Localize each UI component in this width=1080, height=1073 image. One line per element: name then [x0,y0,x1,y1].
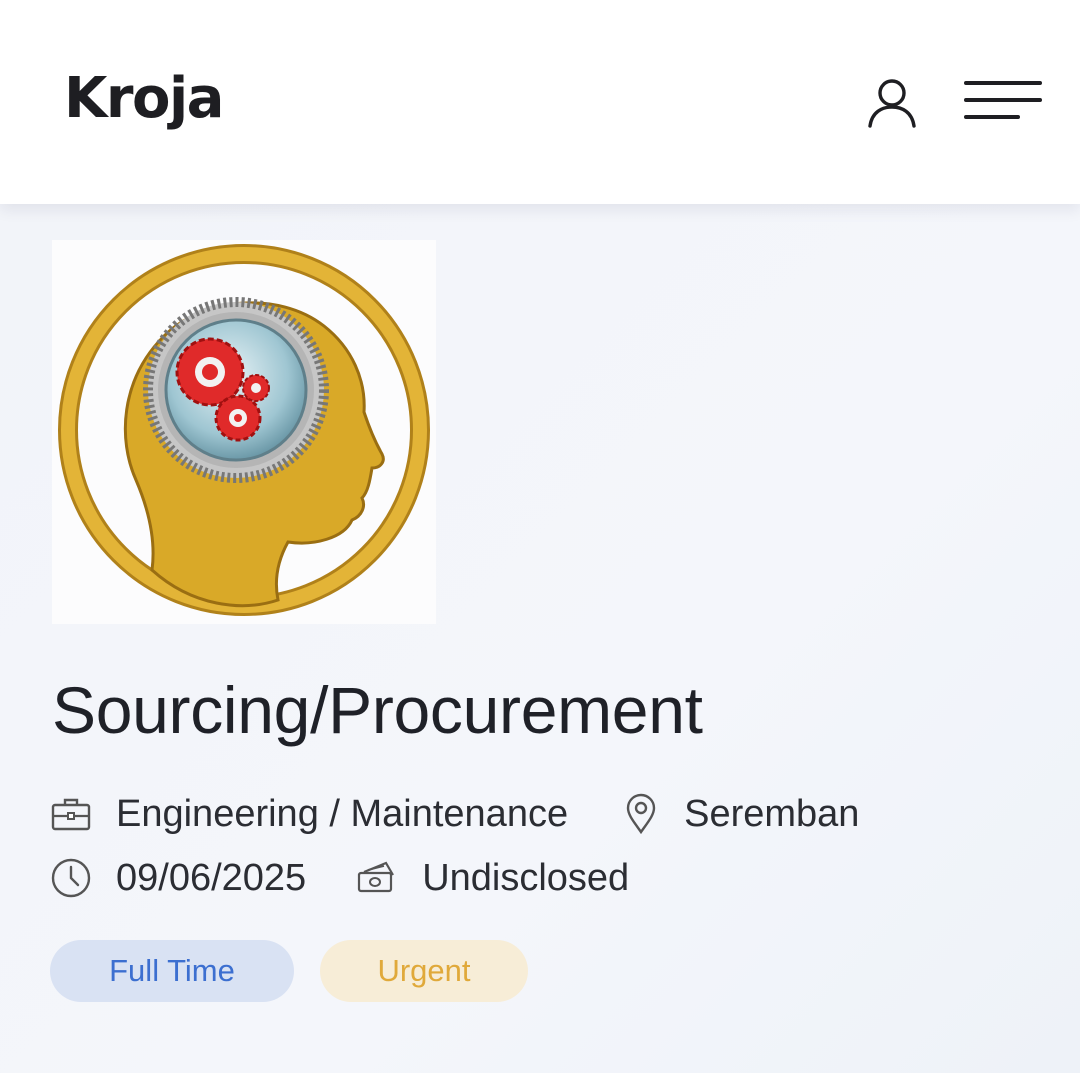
site-header: Kroja [0,0,1080,204]
date-text: 09/06/2025 [116,856,307,899]
location-text: Seremban [684,792,860,835]
briefcase-icon [51,798,91,831]
account-button[interactable] [864,76,920,132]
category-text: Engineering / Maintenance [116,792,569,835]
job-detail-section: Sourcing/Procurement Engineering / Maint… [0,204,1080,1073]
tag-full-time: Full Time [50,940,294,1002]
tag-urgent: Urgent [320,940,528,1002]
job-meta-row-2: 09/06/2025 Undisclosed [50,854,629,902]
job-meta-row-1: Engineering / Maintenance Seremban [50,790,859,838]
date-meta: 09/06/2025 [50,857,306,900]
company-logo [52,240,436,624]
user-icon [868,79,916,128]
salary-meta: Undisclosed [356,857,629,900]
clock-icon [51,858,91,898]
category-meta: Engineering / Maintenance [50,793,568,836]
money-icon [358,861,395,893]
brand-logo-text[interactable]: Kroja [64,66,224,131]
location-meta: Seremban [620,793,859,836]
salary-text: Undisclosed [422,856,630,899]
location-pin-icon [626,793,656,835]
menu-button[interactable] [962,78,1044,124]
head-with-gears-logo [58,244,430,616]
job-title: Sourcing/Procurement [52,673,703,747]
hamburger-menu-icon [964,81,1042,119]
